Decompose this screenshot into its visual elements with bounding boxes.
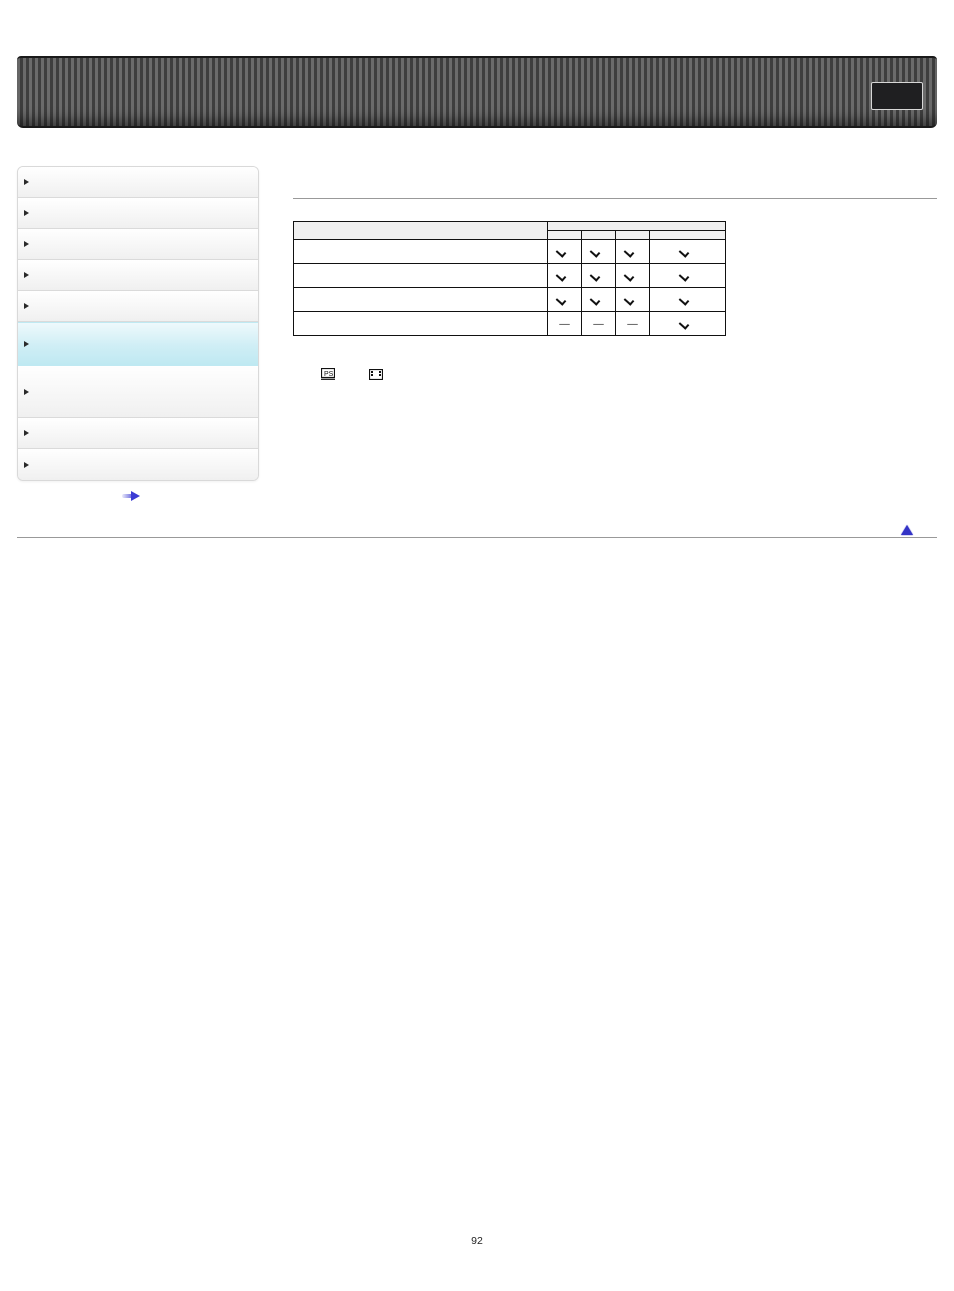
row-title <box>294 264 548 288</box>
note-icon-1: PS <box>321 368 341 380</box>
menu-item-9[interactable] <box>18 449 258 480</box>
check-icon <box>591 268 606 280</box>
cell <box>548 288 582 312</box>
cell <box>582 264 616 288</box>
caret-icon <box>24 179 29 185</box>
cell <box>616 288 650 312</box>
cell <box>548 240 582 264</box>
caret-icon <box>24 241 29 247</box>
footer-separator <box>17 537 937 538</box>
check-icon <box>557 244 572 256</box>
cell: — <box>582 312 616 336</box>
menu-item-6[interactable] <box>18 322 258 366</box>
th-mode-group <box>548 222 726 231</box>
th-mode-4 <box>650 231 726 240</box>
th-mode-1 <box>548 231 582 240</box>
table-row <box>294 264 726 288</box>
menu-item-7[interactable] <box>18 366 258 418</box>
back-to-top[interactable] <box>901 525 919 535</box>
header-band <box>17 56 937 128</box>
ps-icon: PS <box>321 368 335 380</box>
table-row: ——— <box>294 312 726 336</box>
section-separator <box>293 198 937 199</box>
triangle-up-icon <box>901 525 913 535</box>
menu-item-5[interactable] <box>18 291 258 322</box>
caret-icon <box>24 389 29 395</box>
th-mode-3 <box>616 231 650 240</box>
cell: — <box>548 312 582 336</box>
cell: — <box>616 312 650 336</box>
th-mode-2 <box>582 231 616 240</box>
svg-text:PS: PS <box>324 371 334 378</box>
content-area: ——— PS <box>293 166 937 380</box>
check-icon <box>680 268 695 280</box>
row-title <box>294 240 548 264</box>
side-menu-hint <box>17 491 259 501</box>
cell <box>582 288 616 312</box>
menu-item-2[interactable] <box>18 198 258 229</box>
check-icon <box>625 268 640 280</box>
caret-icon <box>24 272 29 278</box>
cell <box>616 264 650 288</box>
check-icon <box>680 244 695 256</box>
note-row: PS <box>293 368 937 380</box>
note-icon-2 <box>369 369 389 380</box>
caret-icon <box>24 341 29 347</box>
table-row <box>294 240 726 264</box>
feature-matrix-table: ——— <box>293 221 726 336</box>
check-icon <box>557 292 572 304</box>
caret-icon <box>24 462 29 468</box>
table-row <box>294 288 726 312</box>
menu-item-4[interactable] <box>18 260 258 291</box>
cell <box>582 240 616 264</box>
check-icon <box>591 244 606 256</box>
check-icon <box>557 268 572 280</box>
film-icon <box>369 369 383 380</box>
cell <box>650 264 726 288</box>
menu-item-1[interactable] <box>18 167 258 198</box>
menu-item-3[interactable] <box>18 229 258 260</box>
cell <box>650 312 726 336</box>
row-title <box>294 312 548 336</box>
menu-item-8[interactable] <box>18 418 258 449</box>
check-icon <box>680 316 695 328</box>
arrow-right-icon <box>131 491 140 501</box>
header-right-box <box>871 82 923 110</box>
check-icon <box>591 292 606 304</box>
check-icon <box>680 292 695 304</box>
page-number: 92 <box>0 1235 954 1247</box>
check-icon <box>625 244 640 256</box>
cell <box>650 288 726 312</box>
th-feature <box>294 222 548 240</box>
cell <box>650 240 726 264</box>
cell <box>616 240 650 264</box>
caret-icon <box>24 430 29 436</box>
check-icon <box>625 292 640 304</box>
caret-icon <box>24 210 29 216</box>
row-title <box>294 288 548 312</box>
side-menu <box>17 166 259 481</box>
caret-icon <box>24 303 29 309</box>
cell <box>548 264 582 288</box>
